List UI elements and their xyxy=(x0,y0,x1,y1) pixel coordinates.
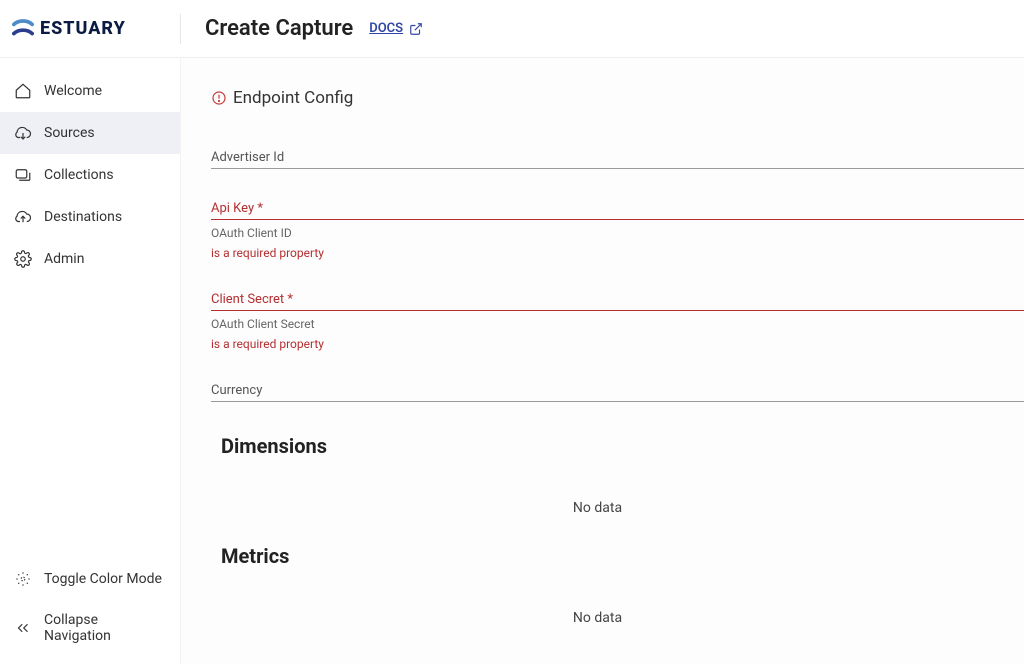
sidebar-item-label: Sources xyxy=(44,125,95,141)
database-icon xyxy=(14,166,32,184)
input-underline xyxy=(211,167,1024,169)
advertiser-id-label: Advertiser Id xyxy=(211,150,1024,165)
collapse-navigation-button[interactable]: Collapse Navigation xyxy=(0,600,180,656)
api-key-field[interactable]: Api Key * OAuth Client ID is a required … xyxy=(211,201,1024,260)
client-secret-field[interactable]: Client Secret * OAuth Client Secret is a… xyxy=(211,292,1024,351)
collapse-navigation-label: Collapse Navigation xyxy=(44,612,166,644)
topbar: ESTUARY Create Capture DOCS xyxy=(0,0,1024,58)
currency-field[interactable]: Currency xyxy=(211,383,1024,402)
currency-label: Currency xyxy=(211,383,1024,398)
sidebar-item-admin[interactable]: Admin xyxy=(0,238,180,280)
cloud-upload-icon xyxy=(14,208,32,226)
docs-link[interactable]: DOCS xyxy=(369,21,423,36)
sidebar-item-label: Destinations xyxy=(44,209,122,225)
home-icon xyxy=(14,82,32,100)
input-underline xyxy=(211,309,1024,311)
endpoint-config-title: Endpoint Config xyxy=(233,88,353,108)
sun-icon xyxy=(14,570,32,588)
advertiser-id-field[interactable]: Advertiser Id xyxy=(211,150,1024,169)
api-key-hint: OAuth Client ID xyxy=(211,226,1024,240)
client-secret-hint: OAuth Client Secret xyxy=(211,317,1024,331)
client-secret-label: Client Secret * xyxy=(211,292,1024,307)
alert-circle-icon xyxy=(211,90,227,106)
endpoint-config-heading: Endpoint Config xyxy=(211,88,1024,108)
estuary-logo-icon xyxy=(12,18,34,40)
dimensions-heading: Dimensions xyxy=(221,434,1024,458)
separator xyxy=(180,14,181,44)
main-content: Endpoint Config Advertiser Id Api Key * … xyxy=(180,58,1024,664)
dimensions-empty: No data xyxy=(211,500,1024,516)
chevrons-left-icon xyxy=(14,619,32,637)
sidebar-item-destinations[interactable]: Destinations xyxy=(0,196,180,238)
external-link-icon xyxy=(409,22,423,36)
sidebar-item-welcome[interactable]: Welcome xyxy=(0,70,180,112)
api-key-label: Api Key * xyxy=(211,201,1024,216)
toggle-color-mode-button[interactable]: Toggle Color Mode xyxy=(0,558,180,600)
docs-link-label: DOCS xyxy=(369,21,403,36)
sidebar-item-label: Collections xyxy=(44,167,114,183)
input-underline xyxy=(211,218,1024,220)
cloud-download-icon xyxy=(14,124,32,142)
metrics-empty: No data xyxy=(211,610,1024,626)
gear-icon xyxy=(14,250,32,268)
input-underline xyxy=(211,400,1024,402)
sidebar-item-label: Admin xyxy=(44,251,84,267)
brand-name: ESTUARY xyxy=(40,18,126,39)
sidebar-item-label: Welcome xyxy=(44,83,102,99)
sidebar-item-collections[interactable]: Collections xyxy=(0,154,180,196)
metrics-heading: Metrics xyxy=(221,544,1024,568)
page-title: Create Capture xyxy=(205,16,353,41)
client-secret-error: is a required property xyxy=(211,337,1024,351)
api-key-error: is a required property xyxy=(211,246,1024,260)
sidebar-item-sources[interactable]: Sources xyxy=(0,112,180,154)
brand-logo[interactable]: ESTUARY xyxy=(12,18,180,40)
sidebar: Welcome Sources Collections xyxy=(0,58,180,664)
toggle-color-mode-label: Toggle Color Mode xyxy=(44,571,162,587)
